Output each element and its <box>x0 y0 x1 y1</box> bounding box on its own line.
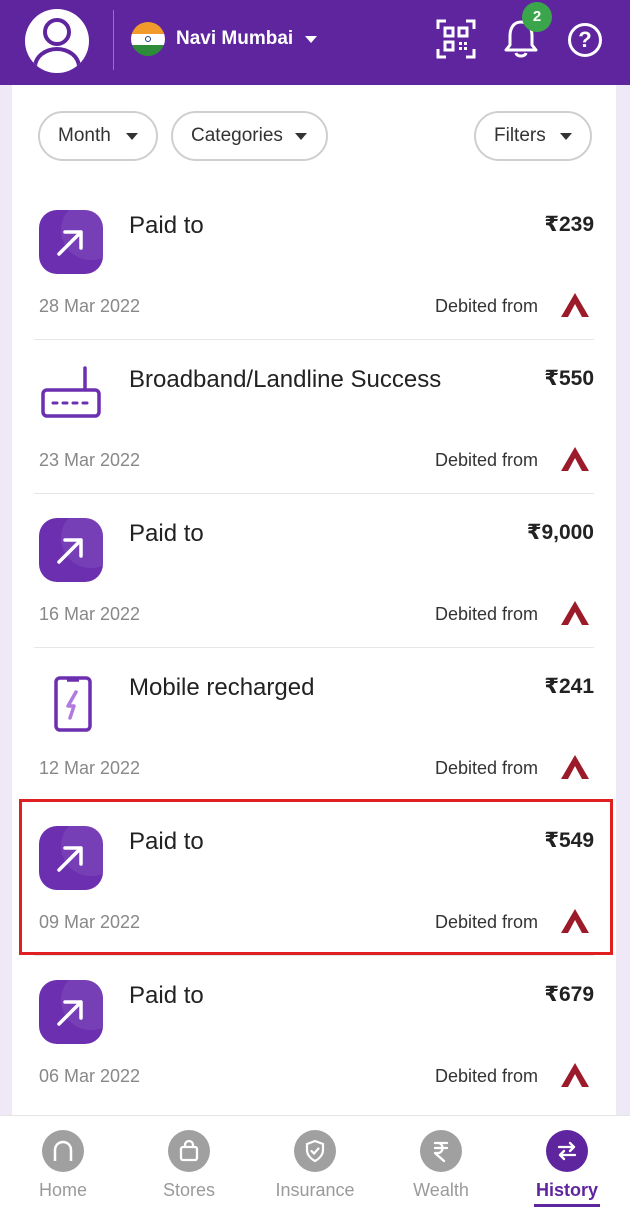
paid-arrow-icon <box>39 980 103 1044</box>
chevron-down-icon <box>295 133 307 140</box>
bank-logo-icon <box>561 601 589 625</box>
filters-chip[interactable]: Filters <box>474 111 592 161</box>
debited-from-label: Debited from <box>434 758 538 778</box>
router-icon <box>41 366 101 418</box>
india-flag-icon[interactable] <box>131 22 165 56</box>
chevron-down-icon <box>560 133 572 140</box>
transaction-date: 23 Mar 2022 <box>39 450 141 470</box>
transaction-row[interactable]: Paid to ₹239 28 Mar 2022 Debited from <box>34 186 594 340</box>
avatar-head-shape <box>43 18 71 46</box>
rupee-icon <box>420 1130 462 1172</box>
transaction-amount: ₹679 <box>544 983 594 1006</box>
shield-check-icon <box>294 1130 336 1172</box>
nav-home-label: Home <box>38 1180 87 1200</box>
filters-chip-label: Filters <box>494 125 546 146</box>
transaction-row[interactable]: Paid to ₹679 06 Mar 2022 Debited from <box>34 956 594 1110</box>
transaction-row[interactable]: Paid to ₹9,000 16 Mar 2022 Debited from <box>34 494 594 648</box>
transaction-date: 28 Mar 2022 <box>39 296 141 316</box>
debited-from-label: Debited from <box>434 1066 538 1086</box>
paid-arrow-icon <box>39 210 103 274</box>
location-city[interactable]: Navi Mumbai <box>176 28 293 50</box>
transaction-title: Broadband/Landline Success <box>129 366 442 393</box>
bottom-navigation: Home Stores Insurance Wealth History <box>0 1115 630 1211</box>
debited-from-label: Debited from <box>434 604 538 624</box>
transaction-amount: ₹9,000 <box>526 521 594 544</box>
nav-insurance[interactable]: Insurance <box>252 1116 378 1211</box>
app-header: Navi Mumbai 2 ? <box>0 0 630 85</box>
bank-logo-icon <box>561 755 589 779</box>
transaction-date: 16 Mar 2022 <box>39 604 141 624</box>
transaction-amount: ₹550 <box>544 367 594 390</box>
transaction-title: Paid to <box>129 520 204 547</box>
transaction-amount: ₹239 <box>544 213 594 236</box>
debited-from-label: Debited from <box>434 450 538 470</box>
profile-avatar[interactable] <box>25 9 89 73</box>
transaction-row[interactable]: Broadband/Landline Success ₹550 23 Mar 2… <box>34 340 594 494</box>
nav-history[interactable]: History <box>504 1116 630 1211</box>
transaction-row[interactable]: Mobile recharged ₹241 12 Mar 2022 Debite… <box>34 648 594 802</box>
nav-stores-label: Stores <box>162 1180 216 1200</box>
active-tab-indicator <box>534 1204 600 1207</box>
nav-wealth[interactable]: Wealth <box>378 1116 504 1211</box>
chevron-down-icon <box>126 133 138 140</box>
avatar-body-shape <box>33 47 81 73</box>
bank-logo-icon <box>561 293 589 317</box>
bank-logo-icon <box>561 1063 589 1087</box>
paid-arrow-icon <box>39 518 103 582</box>
categories-filter-chip[interactable]: Categories <box>171 111 328 161</box>
month-filter-chip[interactable]: Month <box>38 111 158 161</box>
swap-arrows-icon <box>546 1130 588 1172</box>
nav-stores[interactable]: Stores <box>126 1116 252 1211</box>
help-icon[interactable]: ? <box>568 23 602 57</box>
nav-insurance-label: Insurance <box>275 1180 355 1200</box>
nav-home[interactable]: Home <box>0 1116 126 1211</box>
highlight-box <box>19 799 613 955</box>
notification-badge: 2 <box>522 2 552 32</box>
month-filter-label: Month <box>58 125 111 146</box>
categories-filter-label: Categories <box>191 125 283 146</box>
debited-from-label: Debited from <box>434 296 538 316</box>
transaction-date: 06 Mar 2022 <box>39 1066 141 1086</box>
home-icon <box>42 1130 84 1172</box>
nav-history-label: History <box>535 1180 598 1200</box>
transaction-amount: ₹241 <box>544 675 594 698</box>
shopping-bag-icon <box>168 1130 210 1172</box>
qr-scan-icon[interactable] <box>436 19 476 59</box>
transaction-date: 12 Mar 2022 <box>39 758 141 778</box>
transaction-title: Paid to <box>129 982 204 1009</box>
header-divider <box>113 10 114 70</box>
history-list-panel: Month Categories Filters Paid to ₹239 28… <box>12 85 616 1115</box>
transaction-title: Paid to <box>129 212 204 239</box>
transaction-title: Mobile recharged <box>129 674 315 701</box>
bank-logo-icon <box>561 447 589 471</box>
mobile-recharge-icon <box>54 676 92 732</box>
nav-wealth-label: Wealth <box>413 1180 469 1200</box>
chevron-down-icon[interactable] <box>305 36 317 43</box>
